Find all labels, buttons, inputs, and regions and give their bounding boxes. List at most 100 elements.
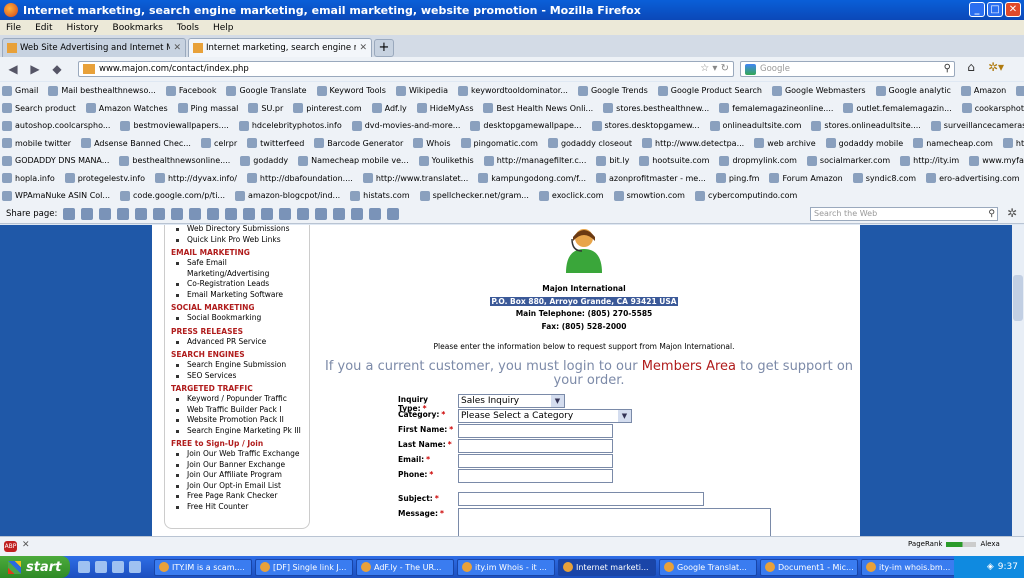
members-area-link[interactable]: Members Area xyxy=(642,359,736,374)
bookmark-item[interactable]: GODADDY DNS MANA... xyxy=(2,155,109,166)
close-button[interactable]: ✕ xyxy=(1005,2,1021,17)
bookmark-item[interactable]: Forum Amazon xyxy=(769,173,843,184)
share-icon[interactable] xyxy=(225,207,238,220)
sidebar-link[interactable]: Keyword / Popunder Traffic xyxy=(171,394,303,405)
menu-help[interactable]: Help xyxy=(213,23,234,33)
bookmark-item[interactable]: Google Product Search xyxy=(657,85,762,96)
share-icon[interactable] xyxy=(351,207,364,220)
sidebar-link[interactable]: Search Engine Marketing Pk III xyxy=(171,426,303,437)
bookmark-item[interactable]: cybercomputindo.com xyxy=(694,190,797,201)
sidebar-link[interactable]: Quick Link Pro Web Links xyxy=(171,235,303,246)
bookmark-item[interactable]: Barcode Generator xyxy=(314,138,403,149)
bookmark-item[interactable]: Amazon xyxy=(960,85,1006,96)
share-icon[interactable] xyxy=(81,207,94,220)
share-icon[interactable] xyxy=(333,207,346,220)
bookmark-item[interactable]: http://dbafoundation.... xyxy=(246,173,353,184)
taskbar-window-button[interactable]: ITY.IM is a scam.... xyxy=(154,558,252,576)
bookmark-item[interactable]: ero-advertising.com xyxy=(926,173,1020,184)
url-bar[interactable]: www.majon.com/contact/index.php ☆ ▾ ↻ xyxy=(78,61,734,77)
menu-edit[interactable]: Edit xyxy=(35,23,52,33)
bookmark-item[interactable]: hdcelebrityphotos.info xyxy=(238,120,342,131)
site-identity-icon[interactable]: ◆ xyxy=(48,60,66,78)
bookmark-item[interactable]: mobile twitter xyxy=(2,138,71,149)
bookmark-item[interactable]: Wikipedia xyxy=(395,85,448,96)
bookmark-item[interactable]: godaddy closeout xyxy=(547,138,632,149)
bookmark-item[interactable]: stores.besthealthnew... xyxy=(603,103,709,114)
bookmark-item[interactable]: HideMyAss xyxy=(416,103,473,114)
bookmark-item[interactable]: autoshop.coolcarspho... xyxy=(2,120,110,131)
bookmark-item[interactable]: Facebook xyxy=(165,85,216,96)
bookmark-item[interactable]: Amazon Watches xyxy=(85,103,168,114)
menu-file[interactable]: File xyxy=(6,23,21,33)
share-icon[interactable] xyxy=(117,207,130,220)
bookmark-item[interactable]: www.myfacepass.com xyxy=(969,155,1024,166)
taskbar-window-button[interactable]: [DF] Single link J... xyxy=(255,558,353,576)
bookmark-item[interactable]: Gmail xyxy=(2,85,38,96)
inquiry-type-select[interactable]: Sales Inquiry ▼ xyxy=(458,394,565,408)
bookmark-item[interactable]: protegelestv.info xyxy=(64,173,145,184)
bookmark-item[interactable]: Google Translate xyxy=(226,85,307,96)
tab-web-site-advertising[interactable]: Web Site Advertising and Internet Marke.… xyxy=(2,38,186,57)
taskbar-window-button[interactable]: Google Translat... xyxy=(659,558,757,576)
bookmark-item[interactable]: histats.com xyxy=(350,190,410,201)
sidebar-link[interactable]: Join Our Banner Exchange xyxy=(171,460,303,471)
share-icon[interactable] xyxy=(171,207,184,220)
bookmark-item[interactable]: ping.fm xyxy=(715,173,759,184)
bookmark-item[interactable]: amazon-blogcpot/ind... xyxy=(235,190,340,201)
bookmark-item[interactable]: syndic8.com xyxy=(852,173,916,184)
email-field[interactable] xyxy=(458,454,613,468)
settings-gear-icon[interactable]: ✲ xyxy=(1007,206,1017,220)
sidebar-link[interactable]: Free Page Rank Checker xyxy=(171,491,303,502)
quick-launch-icon[interactable] xyxy=(129,561,141,573)
bookmark-item[interactable]: Search product xyxy=(2,103,76,114)
pagerank-widget[interactable]: PageRank Alexa xyxy=(908,540,1000,548)
bookmark-item[interactable]: Ping massal xyxy=(177,103,238,114)
bookmark-item[interactable]: Mail besthealthnewso... xyxy=(48,85,156,96)
close-tab-icon[interactable]: ✕ xyxy=(173,43,181,53)
sidebar-link[interactable]: Social Bookmarking xyxy=(171,313,303,324)
bookmark-item[interactable]: dropmylink.com xyxy=(719,155,797,166)
quick-launch-icon[interactable] xyxy=(112,561,124,573)
search-the-web-input[interactable]: Search the Web ⚲ xyxy=(810,207,998,221)
bookmark-item[interactable]: http://network-tools.c... xyxy=(1002,138,1024,149)
bookmark-item[interactable]: smowtion.com xyxy=(613,190,685,201)
taskbar-window-button[interactable]: Document1 - Mic... xyxy=(760,558,858,576)
bookmark-item[interactable]: http://managefilter.c... xyxy=(483,155,586,166)
bookmark-item[interactable]: http://www.detectpa... xyxy=(642,138,744,149)
back-arrow-icon[interactable]: ◀ xyxy=(4,60,22,78)
bookmark-item[interactable]: SU.pr xyxy=(248,103,283,114)
bookmark-item[interactable]: godaddy xyxy=(240,155,288,166)
bookmark-item[interactable]: pingomatic.com xyxy=(460,138,538,149)
bookmark-item[interactable]: onlineadultsite.com xyxy=(709,120,801,131)
bookmark-item[interactable]: surveillancecamerasst... xyxy=(930,120,1024,131)
share-icon[interactable] xyxy=(243,207,256,220)
share-icon[interactable] xyxy=(153,207,166,220)
menu-history[interactable]: History xyxy=(67,23,99,33)
bookmark-item[interactable]: outlet.femalemagazin... xyxy=(843,103,952,114)
quick-launch-icon[interactable] xyxy=(78,561,90,573)
share-icon[interactable] xyxy=(279,207,292,220)
sidebar-link[interactable]: Email Marketing Software xyxy=(171,290,303,301)
bookmark-item[interactable]: cookarsphotos.com xyxy=(961,103,1024,114)
share-icon[interactable] xyxy=(99,207,112,220)
sidebar-link[interactable]: Advanced PR Service xyxy=(171,337,303,348)
taskbar-window-button[interactable]: ity-im whois.bm... xyxy=(861,558,959,576)
search-icon[interactable]: ⚲ xyxy=(988,208,995,220)
bookmark-item[interactable]: Keyword Tools xyxy=(316,85,386,96)
sidebar-link[interactable]: Co-Registration Leads xyxy=(171,279,303,290)
bookmark-item[interactable]: bit.ly xyxy=(596,155,629,166)
search-box[interactable]: Google ⚲ xyxy=(740,61,955,77)
bookmark-item[interactable]: Adsense Banned Chec... xyxy=(81,138,191,149)
close-tab-icon[interactable]: ✕ xyxy=(359,43,367,53)
bookmark-item[interactable]: dvd-movies-and-more... xyxy=(351,120,460,131)
home-icon[interactable]: ⌂ xyxy=(962,60,980,78)
share-icon[interactable] xyxy=(369,207,382,220)
new-tab-button[interactable]: + xyxy=(374,39,394,57)
bookmark-item[interactable]: Best Health News Onli... xyxy=(483,103,593,114)
company-address[interactable]: P.O. Box 880, Arroyo Grande, CA 93421 US… xyxy=(490,296,678,306)
phone-field[interactable] xyxy=(458,469,613,483)
bookmark-item[interactable]: azonprofitmaster - me... xyxy=(595,173,706,184)
bookmark-item[interactable]: stores.desktopgamew... xyxy=(591,120,700,131)
bookmark-item[interactable]: Adf.ly xyxy=(371,103,407,114)
sidebar-link[interactable]: SEO Services xyxy=(171,371,303,382)
